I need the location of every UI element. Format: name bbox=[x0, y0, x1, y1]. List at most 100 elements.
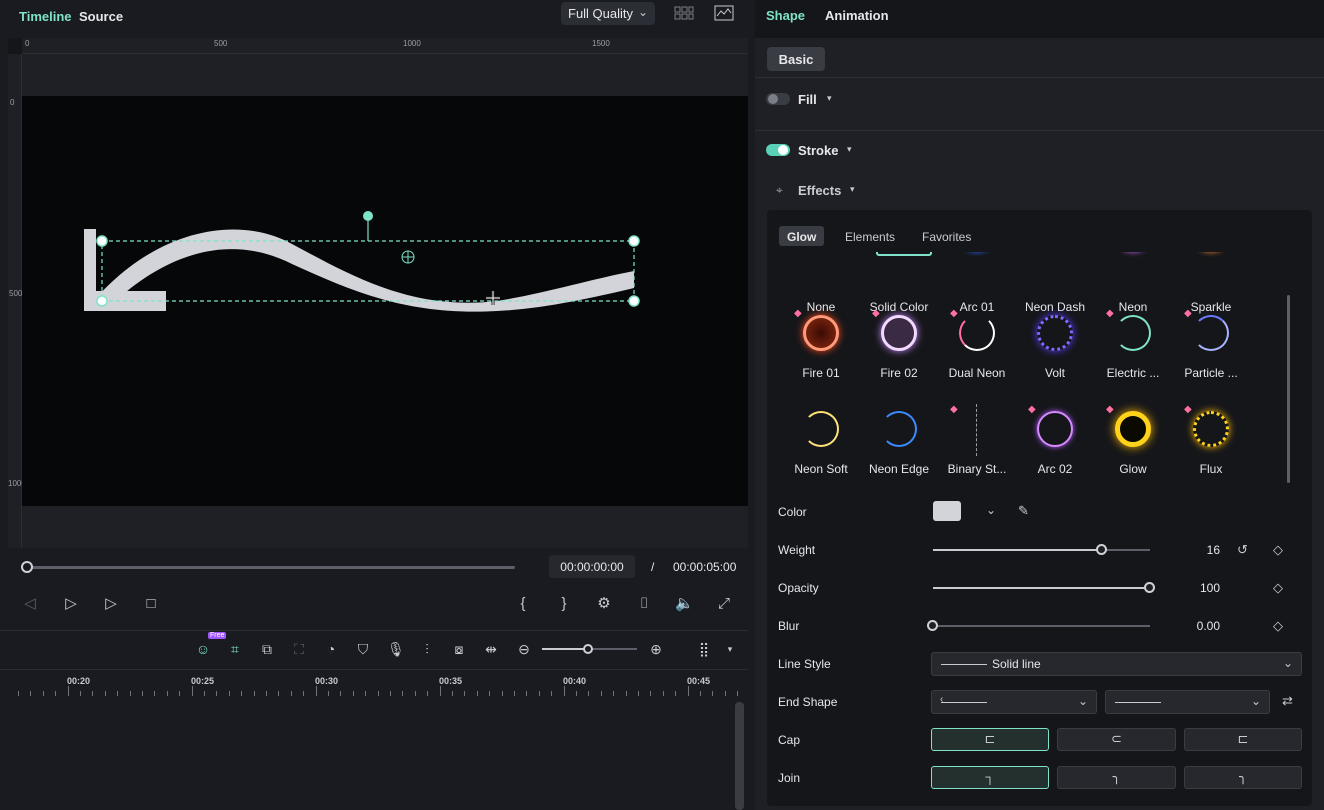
effect-item[interactable]: ◆ Binary St... bbox=[942, 402, 1012, 476]
zoom-out-icon[interactable]: ⊖ bbox=[516, 641, 532, 657]
blur-slider[interactable] bbox=[927, 620, 1150, 631]
effect-item[interactable]: Neon bbox=[1098, 252, 1168, 314]
cap-butt-button[interactable]: ⊏ bbox=[931, 728, 1049, 751]
playback-scrubber[interactable] bbox=[26, 566, 515, 569]
effect-item[interactable]: ◆ Flux bbox=[1176, 402, 1246, 476]
effect-item[interactable]: ◆ Fire 02 bbox=[864, 306, 934, 380]
track-layout-icon[interactable]: ⣿ bbox=[696, 641, 712, 657]
caret-down-icon[interactable]: ▾ bbox=[722, 641, 738, 657]
join-miter-button[interactable]: ┐ bbox=[931, 766, 1049, 789]
resize-handle[interactable] bbox=[96, 295, 108, 307]
effect-label: Fire 01 bbox=[802, 366, 840, 380]
audio-mixer-icon[interactable]: ⫶ bbox=[419, 641, 435, 657]
grid-view-icon[interactable] bbox=[674, 5, 694, 21]
effect-item[interactable]: Arc 01 bbox=[942, 252, 1012, 314]
color-swatch[interactable] bbox=[933, 501, 961, 521]
fill-toggle[interactable] bbox=[766, 93, 790, 105]
effect-item[interactable]: Solid Color bbox=[864, 252, 934, 314]
tab-favorites[interactable]: Favorites bbox=[914, 226, 979, 246]
blur-slider-knob[interactable] bbox=[927, 620, 938, 631]
split-icon[interactable]: ⌗ bbox=[227, 641, 243, 657]
tab-source[interactable]: Source bbox=[79, 9, 123, 24]
resize-handle[interactable] bbox=[96, 235, 108, 247]
timeline-scrollbar[interactable] bbox=[735, 702, 744, 810]
end-shape-dropdown[interactable]: ⌄ bbox=[1105, 690, 1270, 714]
caret-down-icon[interactable]: ▾ bbox=[827, 93, 832, 104]
current-time[interactable]: 00:00:00:00 bbox=[549, 555, 635, 578]
timeline-tick bbox=[55, 691, 57, 696]
line-style-dropdown[interactable]: Solid line ⌄ bbox=[931, 652, 1302, 676]
ai-copilot-icon[interactable]: ☺ bbox=[195, 641, 211, 657]
effect-item[interactable]: ◆ Arc 02 bbox=[1020, 402, 1090, 476]
microphone-icon[interactable]: 🎙 bbox=[387, 641, 405, 657]
effect-item[interactable]: Neon Dash bbox=[1020, 252, 1090, 314]
blur-value[interactable]: 0.00 bbox=[1190, 619, 1220, 633]
weight-value[interactable]: 16 bbox=[1196, 543, 1220, 557]
play-icon[interactable]: ▷ bbox=[102, 595, 120, 613]
render-settings-icon[interactable]: ⚙ bbox=[595, 595, 613, 613]
speed-icon[interactable]: ◔ bbox=[323, 641, 339, 657]
effect-item[interactable]: ◆ Particle ... bbox=[1176, 306, 1246, 380]
swap-icon[interactable]: ⇄ bbox=[1282, 693, 1293, 709]
weight-slider[interactable] bbox=[933, 544, 1150, 555]
zoom-in-icon[interactable]: ⊕ bbox=[648, 641, 664, 657]
tab-elements[interactable]: Elements bbox=[837, 226, 903, 246]
cap-round-button[interactable]: ⊂ bbox=[1057, 728, 1176, 751]
effect-item[interactable]: None bbox=[786, 252, 856, 314]
next-frame-icon[interactable]: ▷ bbox=[62, 595, 80, 613]
image-edit-icon[interactable]: ⛶ bbox=[291, 641, 307, 657]
chevron-down-icon[interactable]: ⌄ bbox=[986, 503, 996, 517]
marker-icon[interactable]: ⛉ bbox=[355, 641, 371, 657]
mark-in-icon[interactable]: { bbox=[514, 595, 532, 613]
stop-icon[interactable]: □ bbox=[142, 595, 160, 613]
scrubber-handle[interactable] bbox=[21, 561, 33, 573]
opacity-value[interactable]: 100 bbox=[1196, 581, 1220, 595]
keyframe-icon[interactable]: ◇ bbox=[1273, 580, 1283, 596]
caret-down-icon[interactable]: ▾ bbox=[850, 184, 855, 195]
keyframe-icon[interactable]: ◇ bbox=[1273, 618, 1283, 634]
timeline-tracks[interactable] bbox=[0, 699, 748, 810]
fit-timeline-icon[interactable]: ⇹ bbox=[483, 641, 499, 657]
effect-item[interactable]: ◆ Glow bbox=[1098, 402, 1168, 476]
reset-icon[interactable]: ↺ bbox=[1237, 542, 1248, 558]
timeline-ruler[interactable] bbox=[0, 669, 748, 699]
resize-handle[interactable] bbox=[628, 235, 640, 247]
join-bevel-button[interactable]: ╮ bbox=[1184, 766, 1302, 789]
effect-item[interactable]: ◆ Electric ... bbox=[1098, 306, 1168, 380]
tab-basic[interactable]: Basic bbox=[767, 47, 825, 71]
keyframe-icon[interactable]: ◇ bbox=[1273, 542, 1283, 558]
tab-animation[interactable]: Animation bbox=[825, 8, 889, 23]
prev-frame-icon[interactable]: ◁ bbox=[21, 595, 39, 613]
volume-icon[interactable]: 🔈 bbox=[675, 595, 694, 613]
join-round-button[interactable]: ╮ bbox=[1057, 766, 1176, 789]
effect-item[interactable]: ◆ Dual Neon bbox=[942, 306, 1012, 380]
tab-shape[interactable]: Shape bbox=[766, 8, 805, 23]
effect-item[interactable]: Volt bbox=[1020, 306, 1090, 380]
waveform-icon[interactable] bbox=[714, 5, 734, 21]
cap-square-button[interactable]: ⊏ bbox=[1184, 728, 1302, 751]
snapshot-icon[interactable]: ⌷ bbox=[635, 595, 653, 613]
tab-timeline[interactable]: Timeline bbox=[19, 9, 72, 24]
caret-down-icon[interactable]: ▾ bbox=[847, 144, 852, 155]
mark-out-icon[interactable]: } bbox=[555, 595, 573, 613]
opacity-slider[interactable] bbox=[933, 582, 1155, 593]
effect-item[interactable]: Sparkle bbox=[1176, 252, 1246, 314]
effect-item[interactable]: ◆ Fire 01 bbox=[786, 306, 856, 380]
eyedropper-icon[interactable]: ✎ bbox=[1018, 503, 1029, 519]
effects-scrollbar[interactable] bbox=[1287, 295, 1290, 483]
multi-clip-icon[interactable]: ⧉ bbox=[259, 641, 275, 657]
start-shape-dropdown[interactable]: ‹ ⌄ bbox=[931, 690, 1097, 714]
preview-render-icon[interactable]: ⧇ bbox=[451, 641, 467, 657]
effect-item[interactable]: Neon Edge bbox=[864, 402, 934, 476]
rotate-handle[interactable] bbox=[363, 211, 373, 221]
quality-dropdown[interactable]: Full Quality ⌄ bbox=[561, 2, 655, 25]
stroke-toggle[interactable] bbox=[766, 144, 790, 156]
shape-layer[interactable] bbox=[22, 96, 748, 506]
fullscreen-icon[interactable]: ⤢ bbox=[715, 595, 733, 613]
timeline-tick bbox=[737, 691, 739, 696]
zoom-slider-knob[interactable] bbox=[583, 644, 593, 654]
effect-item[interactable]: Neon Soft bbox=[786, 402, 856, 476]
tab-glow[interactable]: Glow bbox=[779, 226, 825, 246]
resize-handle[interactable] bbox=[628, 295, 640, 307]
opacity-slider-knob[interactable] bbox=[1144, 582, 1155, 593]
